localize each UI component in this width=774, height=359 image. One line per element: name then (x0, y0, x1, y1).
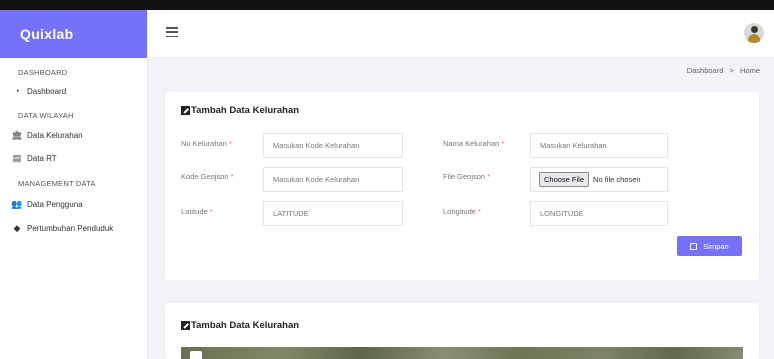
form-card-title: Tambah Data Kelurahan (181, 105, 299, 116)
sidebar-item-data-kelurahan[interactable]: 🏛 Data Kelurahan (0, 129, 83, 140)
sidebar-item-label: Dashboard (27, 86, 67, 96)
longitude-input[interactable]: LONGITUDE (530, 201, 668, 226)
edit-icon (181, 321, 190, 330)
map-card-title: Tambah Data Kelurahan (181, 320, 299, 331)
file-geojson-input[interactable]: Choose File No file chosen (530, 167, 668, 192)
latitude-input[interactable]: LATITUDE (263, 201, 403, 226)
breadcrumb-dashboard[interactable]: Dashboard (687, 66, 724, 75)
sidebar-item-label: Pertumbuhan Penduduk (27, 223, 114, 233)
avatar[interactable] (744, 23, 764, 43)
breadcrumb-separator: > (729, 66, 734, 75)
section-dashboard: DASHBOARD (18, 68, 68, 77)
brand-logo[interactable]: Quixlab (0, 10, 147, 58)
no-kelurahan-label: No Kelurahan * (181, 139, 232, 148)
map-zoom-in-button[interactable] (190, 351, 202, 359)
section-management-data: MANAGEMENT DATA (18, 179, 96, 188)
kode-geojson-input[interactable]: Masukan Kode Kelurahan (263, 167, 403, 192)
no-kelurahan-input[interactable]: Masukan Kode Kelurahan (263, 133, 403, 158)
nama-kelurahan-label: Nama Kelurahan * (443, 139, 505, 148)
hamburger-menu-icon[interactable] (166, 27, 178, 37)
window-top-strip (0, 0, 774, 10)
breadcrumb-home: Home (739, 66, 760, 75)
edit-icon (181, 106, 190, 115)
sidebar-item-label: Data RT (27, 153, 57, 163)
longitude-label: Longitude * (443, 207, 481, 216)
save-icon (690, 242, 698, 250)
users-icon: 👥 (11, 198, 23, 209)
file-geojson-label: File Geojson * (443, 172, 491, 181)
sidebar-item-label: Data Pengguna (27, 199, 83, 209)
sidebar: Quixlab DASHBOARD ◔ Dashboard DATA WILAY… (0, 10, 148, 359)
nama-kelurahan-input[interactable]: Masukan Kelurahan (530, 133, 668, 158)
save-button[interactable]: Simpan (677, 236, 742, 256)
latitude-label: Latitude * (181, 207, 213, 216)
satellite-map[interactable] (181, 347, 743, 359)
sidebar-item-data-rt[interactable]: ▤ Data RT (0, 153, 57, 163)
speedometer-icon: ◔ (14, 86, 20, 96)
sidebar-item-dashboard[interactable]: ◔ Dashboard (0, 86, 66, 96)
top-bar (148, 10, 774, 58)
choose-file-button[interactable]: Choose File (539, 172, 590, 187)
chart-icon: ◆ (13, 222, 21, 233)
breadcrumb: Dashboard > Home (687, 66, 760, 75)
sidebar-item-label: Data Kelurahan (27, 130, 83, 140)
section-data-wilayah: DATA WILAYAH (18, 111, 74, 120)
file-status: No file chosen (593, 175, 641, 184)
bank-icon: 🏛 (11, 129, 23, 140)
sidebar-item-pertumbuhan-penduduk[interactable]: ◆ Pertumbuhan Penduduk (0, 222, 114, 233)
brand-name: Quixlab (20, 26, 74, 42)
document-icon: ▤ (12, 152, 22, 163)
form-card (165, 92, 759, 280)
kode-geojson-label: Kode Geojson * (181, 172, 234, 181)
sidebar-item-data-pengguna[interactable]: 👥 Data Pengguna (0, 198, 83, 209)
